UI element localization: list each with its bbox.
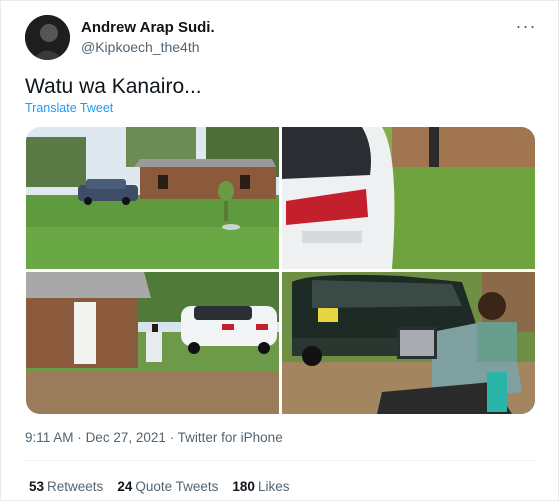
meta-separator: ·	[77, 430, 82, 445]
tweet-date[interactable]: Dec 27, 2021	[86, 430, 166, 445]
avatar[interactable]	[25, 15, 70, 60]
photo-3[interactable]	[26, 272, 279, 414]
author-name[interactable]: Andrew Arap Sudi.	[81, 19, 215, 36]
more-options-icon[interactable]: ···	[514, 17, 538, 37]
likes-label: Likes	[257, 479, 290, 494]
media-grid	[26, 127, 535, 414]
quote-tweets-stat[interactable]: 24 Quote Tweets	[117, 479, 218, 494]
author-handle[interactable]: @Kipkoech_the4th	[81, 39, 200, 55]
quote-tweets-count: 24	[117, 479, 133, 494]
likes-stat[interactable]: 180 Likes	[232, 479, 289, 494]
photo-2[interactable]	[282, 127, 535, 269]
tweet-stats: 53 Retweets 24 Quote Tweets 180 Likes	[29, 479, 289, 494]
quote-tweets-label: Quote Tweets	[135, 479, 219, 494]
retweets-stat[interactable]: 53 Retweets	[29, 479, 103, 494]
photo-4[interactable]	[282, 272, 535, 414]
tweet-time[interactable]: 9:11 AM	[25, 430, 74, 445]
tweet-text: Watu wa Kanairo...	[25, 75, 202, 98]
tweet-meta: 9:11 AM · Dec 27, 2021 · Twitter for iPh…	[25, 430, 283, 445]
meta-separator: ·	[169, 430, 175, 445]
retweets-label: Retweets	[47, 479, 104, 494]
photo-1[interactable]	[26, 127, 279, 269]
likes-count: 180	[232, 479, 255, 494]
tweet-source[interactable]: Twitter for iPhone	[178, 430, 283, 445]
retweets-count: 53	[29, 479, 45, 494]
translate-tweet-link[interactable]: Translate Tweet	[25, 101, 113, 115]
divider	[25, 460, 534, 461]
tweet-card: Andrew Arap Sudi. @Kipkoech_the4th ··· W…	[0, 0, 559, 501]
